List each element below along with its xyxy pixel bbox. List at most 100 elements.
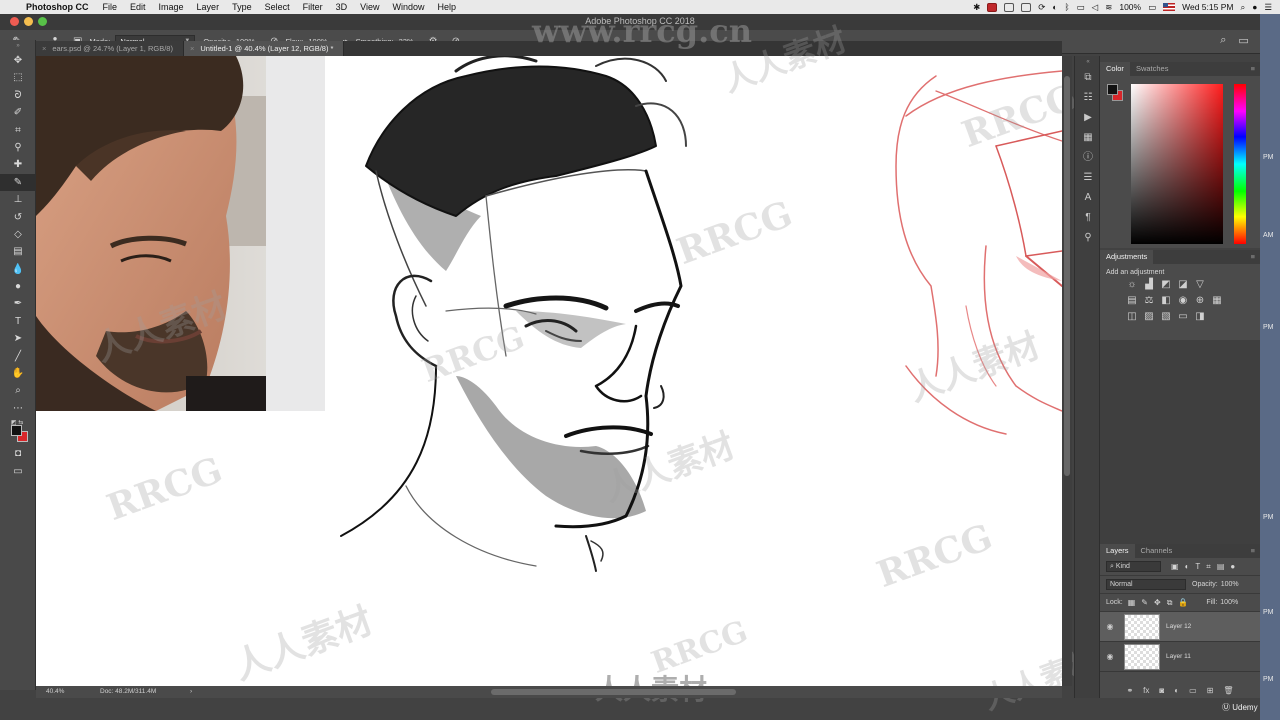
filter-shape-icon[interactable]: ⌗ xyxy=(1206,562,1211,572)
lock-transparent-icon[interactable]: ▦ xyxy=(1128,598,1136,608)
panel-menu-icon[interactable]: ≡ xyxy=(1251,62,1255,76)
brush-tool-icon[interactable]: ✎ xyxy=(0,173,36,192)
photo-filter-icon[interactable]: ◉ xyxy=(1177,295,1189,306)
tab-adjustments[interactable]: Adjustments xyxy=(1100,250,1154,264)
visibility-eye-icon[interactable]: ◉ xyxy=(1100,652,1120,661)
status-bluetooth-icon[interactable]: ᛒ xyxy=(1065,2,1070,12)
history-brush-tool-icon[interactable]: ↺ xyxy=(0,209,36,226)
status-wifi-icon[interactable]: ≋ xyxy=(1105,2,1112,13)
panel-menu-icon[interactable]: ≡ xyxy=(1251,544,1255,558)
layer-opacity-value[interactable]: 100% xyxy=(1221,581,1239,588)
tab-color[interactable]: Color xyxy=(1100,62,1130,76)
menu-file[interactable]: File xyxy=(103,2,118,12)
move-tool-icon[interactable]: ✥ xyxy=(0,52,36,69)
lock-all-icon[interactable]: 🔒 xyxy=(1178,598,1188,608)
pen-tool-icon[interactable]: ✒ xyxy=(0,295,36,312)
add-mask-icon[interactable]: ◙ xyxy=(1159,684,1164,698)
brightness-contrast-icon[interactable]: ☼ xyxy=(1126,279,1138,290)
status-app-icon[interactable]: ✱ xyxy=(973,2,980,13)
paragraph-panel-icon[interactable]: ¶ xyxy=(1075,208,1101,228)
selective-color-icon[interactable]: ◨ xyxy=(1194,311,1206,322)
eraser-tool-icon[interactable]: ◇ xyxy=(0,226,36,243)
dodge-tool-icon[interactable]: ● xyxy=(0,278,36,295)
document-canvas[interactable] xyxy=(36,56,1062,686)
type-tool-icon[interactable]: T xyxy=(0,313,36,330)
adjust-sliders-icon[interactable]: ☰ xyxy=(1075,168,1101,188)
info-panel-icon[interactable]: ⓘ xyxy=(1075,148,1101,168)
gradient-map-icon[interactable]: ▭ xyxy=(1177,311,1189,322)
visibility-eye-icon[interactable]: ◉ xyxy=(1100,622,1120,631)
zoom-level[interactable]: 40.4% xyxy=(46,686,64,698)
edit-toolbar-icon[interactable]: ⋯ xyxy=(0,400,36,417)
status-window-icon[interactable] xyxy=(1004,2,1015,12)
crop-tool-icon[interactable]: ⌗ xyxy=(0,122,36,139)
screen-mode-icon[interactable]: ▭ xyxy=(0,463,36,480)
spotlight-search-icon[interactable]: ⌕ xyxy=(1240,2,1245,13)
filter-toggle-icon[interactable]: ● xyxy=(1230,562,1235,572)
dock-collapse-icon[interactable]: « xyxy=(1075,56,1101,68)
vibrance-icon[interactable]: ▽ xyxy=(1194,279,1206,290)
hue-slider[interactable] xyxy=(1234,84,1246,244)
color-balance-icon[interactable]: ⚖ xyxy=(1143,295,1155,306)
filter-type-icon[interactable]: T xyxy=(1195,562,1200,572)
tab-untitled-1[interactable]: × Untitled-1 @ 40.4% (Layer 12, RGB/8) * xyxy=(183,41,345,56)
menu-help[interactable]: Help xyxy=(437,2,456,12)
healing-brush-tool-icon[interactable]: ✚ xyxy=(0,156,36,173)
fill-value[interactable]: 100% xyxy=(1220,599,1238,606)
marquee-tool-icon[interactable]: ⬚ xyxy=(0,69,36,86)
levels-icon[interactable]: ▟ xyxy=(1143,279,1155,290)
gradient-tool-icon[interactable]: ▤ xyxy=(0,243,36,260)
user-icon[interactable]: ● xyxy=(1252,2,1257,12)
actions-panel-icon[interactable]: ▶ xyxy=(1075,108,1101,128)
hue-saturation-icon[interactable]: ▤ xyxy=(1126,295,1138,306)
menu-filter[interactable]: Filter xyxy=(303,2,323,12)
blur-tool-icon[interactable]: 💧 xyxy=(0,261,36,278)
menu-type[interactable]: Type xyxy=(232,2,252,12)
hand-tool-icon[interactable]: ✋ xyxy=(0,365,36,382)
tab-channels[interactable]: Channels xyxy=(1135,544,1179,558)
link-layers-icon[interactable]: ⚭ xyxy=(1126,684,1133,698)
quick-mask-icon[interactable]: ◘ xyxy=(0,445,36,462)
us-flag-icon[interactable] xyxy=(1163,3,1176,11)
threshold-icon[interactable]: ▧ xyxy=(1160,311,1172,322)
battery-icon[interactable]: ▭ xyxy=(1148,2,1156,13)
status-airplay-icon[interactable]: ▭ xyxy=(1077,2,1085,13)
status-red-icon[interactable] xyxy=(987,2,998,12)
vertical-scrollbar-thumb[interactable] xyxy=(1064,76,1070,476)
layer-row-layer-12[interactable]: ◉ Layer 12 xyxy=(1100,612,1260,642)
brush-settings-icon[interactable]: ☷ xyxy=(1075,88,1101,108)
filter-smart-object-icon[interactable]: ▤ xyxy=(1217,562,1225,572)
status-menu-arrow[interactable]: › xyxy=(190,686,192,698)
menu-view[interactable]: View xyxy=(360,2,379,12)
foreground-color-swatch[interactable] xyxy=(11,425,22,437)
menu-window[interactable]: Window xyxy=(392,2,424,12)
status-display-icon[interactable] xyxy=(1021,2,1032,12)
filter-adjustment-icon[interactable]: ◐ xyxy=(1185,562,1190,572)
tab-swatches[interactable]: Swatches xyxy=(1130,62,1175,76)
lock-position-icon[interactable]: ✥ xyxy=(1154,598,1161,608)
menu-edit[interactable]: Edit xyxy=(130,2,146,12)
blend-mode-dropdown[interactable]: Normal xyxy=(1106,579,1186,590)
menu-layer[interactable]: Layer xyxy=(197,2,220,12)
eyedropper-panel-icon[interactable]: ⚲ xyxy=(1075,228,1101,248)
layer-style-icon[interactable]: fx xyxy=(1143,684,1149,698)
line-tool-icon[interactable]: ╱ xyxy=(0,348,36,365)
eyedropper-tool-icon[interactable]: ⚲ xyxy=(0,139,36,156)
black-white-icon[interactable]: ◧ xyxy=(1160,295,1172,306)
new-group-icon[interactable]: ▭ xyxy=(1189,684,1197,698)
channel-mixer-icon[interactable]: ⊕ xyxy=(1194,295,1206,306)
zoom-tool-icon[interactable]: ⌕ xyxy=(0,382,36,399)
workspace-icon[interactable]: ▭ xyxy=(1238,34,1248,47)
delete-layer-icon[interactable]: 🗑 xyxy=(1223,684,1233,698)
tab-layers[interactable]: Layers xyxy=(1100,544,1135,558)
vertical-scrollbar[interactable] xyxy=(1062,56,1072,686)
color-panel-foreground-swatch[interactable] xyxy=(1107,84,1118,95)
new-adjustment-icon[interactable]: ◐ xyxy=(1174,684,1179,698)
app-menu[interactable]: Photoshop CC xyxy=(26,2,89,12)
color-picker-field[interactable] xyxy=(1131,84,1223,244)
color-lookup-icon[interactable]: ▦ xyxy=(1211,295,1223,306)
menu-3d[interactable]: 3D xyxy=(336,2,348,12)
tools-collapse-icon[interactable]: » xyxy=(0,40,36,52)
search-icon[interactable]: ⌕ xyxy=(1220,34,1226,47)
status-sync-icon[interactable]: ⟳ xyxy=(1038,2,1045,13)
